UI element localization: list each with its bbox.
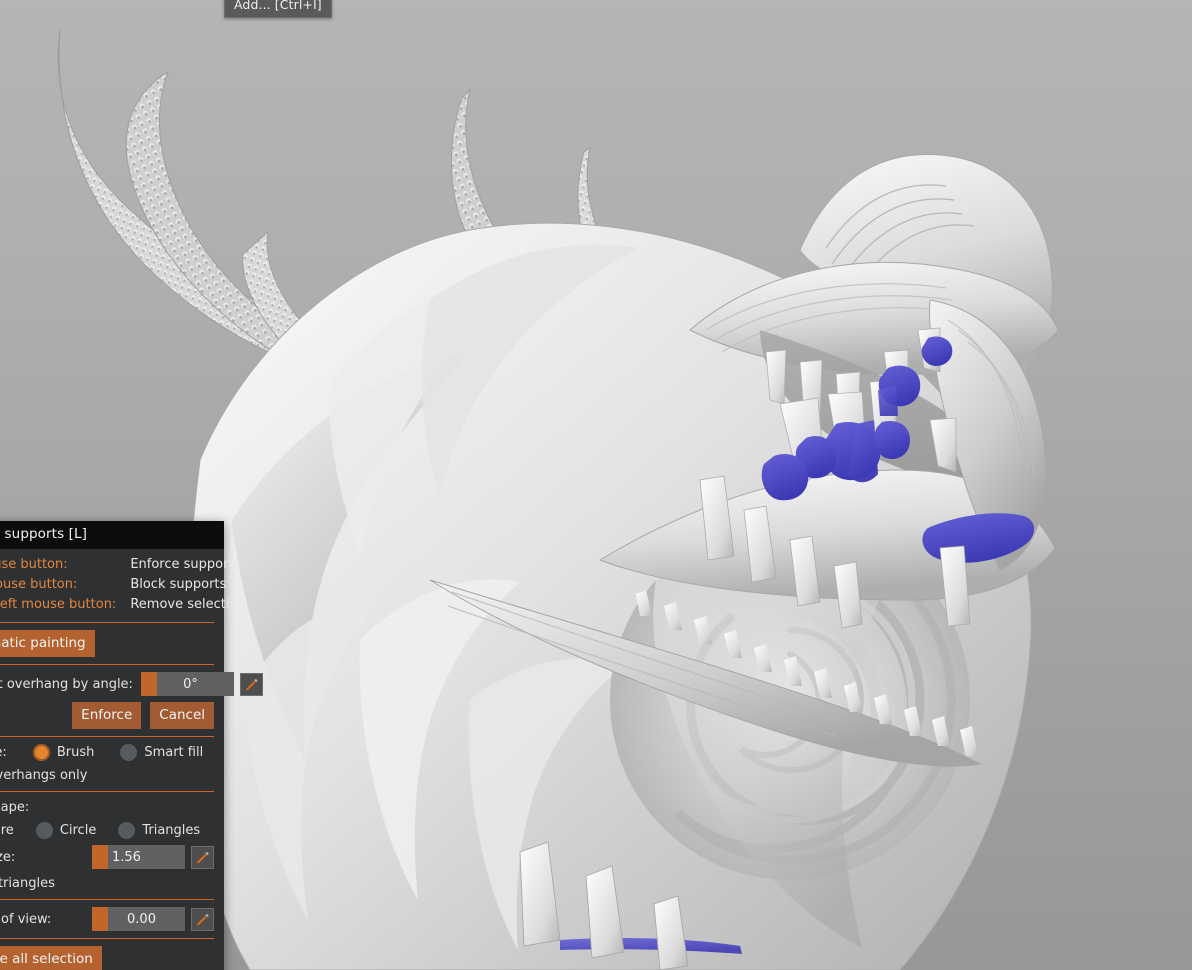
highlight-overhang-slider[interactable]: 0° bbox=[140, 672, 234, 696]
highlight-overhang-value: 0° bbox=[183, 676, 198, 692]
radio-shape-circle[interactable]: Circle bbox=[35, 822, 97, 839]
clipping-of-view-slider[interactable]: 0.00 bbox=[92, 907, 185, 931]
highlight-overhang-row: Highlight overhang by angle: 0° bbox=[0, 672, 263, 696]
radio-shape-triangles-label: Triangles bbox=[142, 823, 201, 838]
divider bbox=[0, 938, 214, 939]
brush-shape-row: Sphere Circle Triangles bbox=[0, 822, 214, 839]
pencil-icon bbox=[245, 677, 258, 691]
checkbox-on-overhangs-only[interactable]: On overhangs only bbox=[0, 767, 214, 784]
checkbox-on-overhangs-only-label: On overhangs only bbox=[0, 768, 88, 783]
overhang-action-buttons: Enforce Cancel bbox=[0, 702, 214, 729]
checkbox-split-triangles[interactable]: Split triangles bbox=[0, 875, 214, 892]
radio-tool-smartfill[interactable]: Smart fill bbox=[120, 744, 203, 761]
panel-title: Paint-on supports [L] bbox=[0, 521, 224, 549]
divider bbox=[0, 664, 214, 665]
highlight-overhang-label: Highlight overhang by angle: bbox=[0, 676, 133, 692]
pencil-icon bbox=[196, 850, 210, 864]
radio-dot-icon bbox=[35, 822, 53, 839]
brush-shape-label: Brush shape: bbox=[0, 800, 30, 815]
shortcut-row: Right mouse button: Block supports bbox=[0, 575, 246, 595]
radio-shape-sphere[interactable]: Sphere bbox=[0, 822, 14, 839]
radio-shape-sphere-label: Sphere bbox=[0, 823, 14, 838]
shortcut-action: Remove selection bbox=[130, 597, 246, 612]
divider bbox=[0, 791, 214, 792]
pencil-edit-icon[interactable] bbox=[191, 907, 214, 931]
radio-shape-circle-label: Circle bbox=[59, 823, 97, 838]
shortcut-row: Left mouse button: Enforce supports bbox=[0, 555, 246, 575]
tool-type-label: Tool type: bbox=[0, 745, 7, 760]
enforce-button[interactable]: Enforce bbox=[72, 702, 142, 729]
add-tooltip: Add... [Ctrl+I] bbox=[224, 0, 332, 18]
radio-shape-triangles[interactable]: Triangles bbox=[118, 822, 200, 839]
shortcut-table: Left mouse button: Enforce supports Righ… bbox=[0, 555, 246, 615]
radio-tool-brush[interactable]: Brush bbox=[32, 744, 95, 761]
divider bbox=[0, 736, 214, 737]
divider bbox=[0, 622, 214, 623]
clipping-of-view-label: Clipping of view: bbox=[0, 911, 52, 927]
shortcut-action: Enforce supports bbox=[130, 557, 241, 572]
panel-body: Left mouse button: Enforce supports Righ… bbox=[0, 549, 263, 970]
radio-tool-smartfill-label: Smart fill bbox=[144, 745, 204, 760]
shortcut-action: Block supports bbox=[130, 577, 227, 592]
radio-tool-brush-label: Brush bbox=[56, 745, 95, 760]
radio-dot-icon bbox=[118, 822, 136, 839]
remove-all-selection-button[interactable]: Remove all selection bbox=[0, 946, 102, 970]
checkbox-split-triangles-label: Split triangles bbox=[0, 876, 55, 891]
pencil-icon bbox=[196, 912, 210, 926]
clipping-of-view-row: Clipping of view: 0.00 bbox=[0, 907, 214, 931]
tool-type-row: Tool type: Brush Smart fill bbox=[0, 744, 214, 761]
divider bbox=[0, 899, 214, 900]
radio-dot-icon bbox=[32, 744, 50, 761]
prusaslicer-window: Add... [Ctrl+I] Paint-on supports [L] Le… bbox=[0, 0, 1192, 970]
brush-size-row: Brush size: 1.56 bbox=[0, 845, 214, 869]
cancel-button[interactable]: Cancel bbox=[150, 702, 214, 729]
brush-size-slider[interactable]: 1.56 bbox=[92, 845, 185, 869]
clipping-of-view-value: 0.00 bbox=[127, 911, 156, 927]
shortcut-row: Shift + Left mouse button: Remove select… bbox=[0, 595, 246, 615]
radio-dot-icon bbox=[120, 744, 138, 761]
shortcut-key: Left mouse button: bbox=[0, 557, 68, 572]
pencil-edit-icon[interactable] bbox=[191, 845, 214, 869]
automatic-painting-button[interactable]: Autiomatic painting bbox=[0, 630, 95, 657]
paint-on-supports-panel[interactable]: Paint-on supports [L] Left mouse button:… bbox=[0, 521, 263, 970]
brush-size-label: Brush size: bbox=[0, 849, 16, 865]
brush-size-value: 1.56 bbox=[112, 849, 141, 865]
shortcut-key: Shift + Left mouse button: bbox=[0, 597, 117, 612]
shortcut-key: Right mouse button: bbox=[0, 577, 78, 592]
pencil-edit-icon[interactable] bbox=[239, 672, 263, 696]
